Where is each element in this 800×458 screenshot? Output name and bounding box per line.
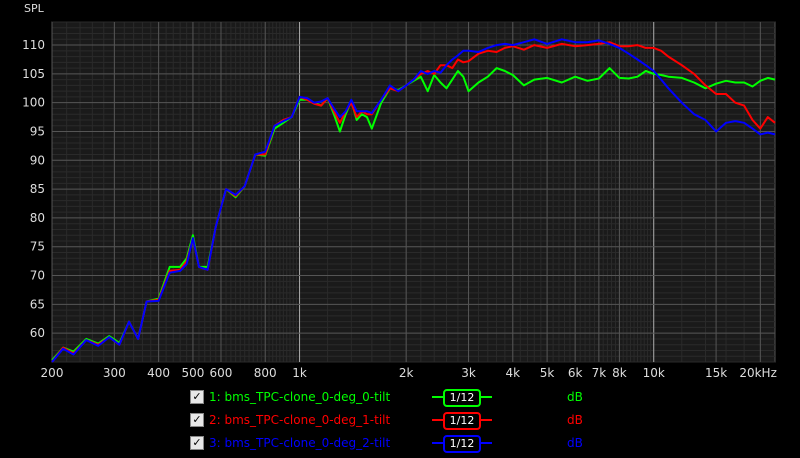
unit-label: dB bbox=[567, 436, 583, 450]
visibility-checkbox[interactable]: ✓ bbox=[190, 436, 204, 450]
y-tick-label: 105 bbox=[22, 67, 45, 81]
x-tick-label: 5k bbox=[540, 366, 555, 380]
smoothing-button[interactable]: 1/12 bbox=[443, 412, 481, 430]
legend-label: 2: bms_TPC-clone_0-deg_1-tilt bbox=[209, 413, 391, 427]
x-tick-label: 20kHz bbox=[739, 366, 777, 380]
x-tick-label: 4k bbox=[505, 366, 520, 380]
x-tick-label: 2k bbox=[399, 366, 414, 380]
x-tick-label: 8k bbox=[612, 366, 627, 380]
x-tick-label: 500 bbox=[181, 366, 204, 380]
y-axis-label: SPL bbox=[24, 2, 45, 15]
unit-label: dB bbox=[567, 413, 583, 427]
x-tick-label: 7k bbox=[592, 366, 607, 380]
x-tick-label: 3k bbox=[461, 366, 476, 380]
plot-area bbox=[51, 21, 776, 363]
legend-label: 1: bms_TPC-clone_0-deg_0-tilt bbox=[209, 390, 391, 404]
visibility-checkbox[interactable]: ✓ bbox=[190, 390, 204, 404]
legend-label: 3: bms_TPC-clone_0-deg_2-tilt bbox=[209, 436, 391, 450]
y-tick-label: 85 bbox=[30, 182, 45, 196]
x-tick-label: 800 bbox=[254, 366, 277, 380]
x-tick-label: 15k bbox=[705, 366, 727, 380]
x-tick-label: 6k bbox=[568, 366, 583, 380]
x-tick-label: 10k bbox=[643, 366, 665, 380]
x-tick-label: 400 bbox=[147, 366, 170, 380]
y-tick-label: 75 bbox=[30, 240, 45, 254]
x-tick-label: 600 bbox=[210, 366, 233, 380]
smoothing-button[interactable]: 1/12 bbox=[443, 435, 481, 453]
x-tick-label: 300 bbox=[103, 366, 126, 380]
y-tick-label: 90 bbox=[30, 153, 45, 167]
y-tick-label: 110 bbox=[22, 38, 45, 52]
x-tick-label: 1k bbox=[292, 366, 307, 380]
unit-label: dB bbox=[567, 390, 583, 404]
visibility-checkbox[interactable]: ✓ bbox=[190, 413, 204, 427]
y-tick-label: 100 bbox=[22, 96, 45, 110]
x-tick-label: 200 bbox=[41, 366, 64, 380]
frequency-response-chart: 200 300 400 500 600 800 1k 2k 3k 4k 5k 6k 7k 8k 10k 15k… bbox=[22, 2, 777, 380]
smoothing-button[interactable]: 1/12 bbox=[443, 389, 481, 407]
y-tick-label: 95 bbox=[30, 124, 45, 138]
y-tick-label: 80 bbox=[30, 211, 45, 225]
y-tick-label: 70 bbox=[30, 269, 45, 283]
y-tick-label: 65 bbox=[30, 297, 45, 311]
y-tick-label: 60 bbox=[30, 326, 45, 340]
